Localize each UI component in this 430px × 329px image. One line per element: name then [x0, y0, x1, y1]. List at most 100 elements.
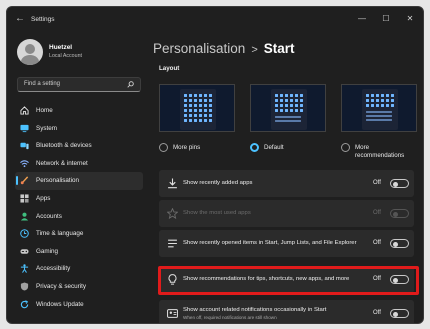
pinned-tile [204, 104, 207, 107]
radio-default[interactable] [250, 143, 259, 152]
setting-row-recently-opened-items[interactable]: Show recently opened items in Start, Jum… [159, 230, 414, 257]
pinned-tile [386, 94, 389, 97]
layout-heading: Layout [159, 65, 180, 72]
layout-option-more-recommendations[interactable]: More recommendations [341, 84, 417, 159]
pinned-tile [280, 104, 283, 107]
sidebar-item-network-internet[interactable]: Network & internet [15, 155, 143, 173]
pinned-tile [275, 94, 278, 97]
sidebar-item-accounts[interactable]: Accounts [15, 208, 143, 226]
home-icon [20, 106, 29, 115]
user-account-type: Local Account [49, 53, 82, 59]
monitor-icon [20, 124, 29, 132]
sidebar-item-windows-update[interactable]: Windows Update [15, 296, 143, 314]
toggle-switch[interactable] [390, 239, 409, 248]
sidebar-item-privacy-security[interactable]: Privacy & security [15, 278, 143, 296]
title-bar: ← Settings — ☐ ✕ [7, 7, 423, 33]
search-input[interactable]: Find a setting [17, 77, 141, 92]
pinned-tile [290, 94, 293, 97]
close-button[interactable]: ✕ [399, 12, 421, 26]
pinned-tile [204, 114, 207, 117]
sidebar-item-personalisation[interactable]: Personalisation [15, 172, 143, 190]
layout-options: More pins Default More recommendations [159, 84, 419, 174]
recommendation-line [366, 111, 392, 113]
pinned-tile [194, 104, 197, 107]
sidebar-item-time-language[interactable]: Time & language [15, 225, 143, 243]
pinned-tile [199, 104, 202, 107]
pinned-tile [371, 104, 374, 107]
page-title: Start [263, 41, 295, 56]
avatar[interactable] [17, 39, 43, 65]
layout-option-more-pins[interactable]: More pins [159, 84, 235, 152]
pinned-tile [366, 99, 369, 102]
setting-sublabel: When off, required notifications are sti… [183, 315, 277, 320]
layout-option-default[interactable]: Default [250, 84, 326, 152]
pinned-tile [189, 104, 192, 107]
sidebar-item-apps[interactable]: Apps [15, 190, 143, 208]
brush-icon [20, 176, 29, 185]
sidebar-item-label: Gaming [36, 247, 59, 255]
toggle-switch[interactable] [390, 309, 409, 318]
sidebar-item-label: Privacy & security [36, 282, 87, 290]
breadcrumb: Personalisation > Start [153, 41, 295, 56]
pinned-tile [189, 114, 192, 117]
layout-preview-default[interactable] [250, 84, 326, 132]
sidebar-item-label: Accounts [36, 212, 62, 220]
setting-row-recently-added-apps[interactable]: Show recently added apps Off [159, 170, 414, 197]
sidebar-item-bluetooth-devices[interactable]: Bluetooth & devices [15, 137, 143, 155]
search-icon[interactable] [127, 81, 134, 90]
setting-row-account-notifications[interactable]: Show account related notifications occas… [159, 300, 414, 323]
pinned-tile [194, 109, 197, 112]
sidebar-item-label: System [36, 124, 57, 132]
pinned-tile [275, 109, 278, 112]
apps-icon [20, 194, 29, 203]
pinned-tile [290, 99, 293, 102]
pinned-tile [209, 119, 212, 122]
radio-more-pins[interactable] [159, 143, 168, 152]
back-button[interactable]: ← [15, 13, 25, 24]
recommendation-line [366, 119, 392, 121]
pinned-tile [184, 119, 187, 122]
pinned-tile [300, 104, 303, 107]
sidebar-item-label: Windows Update [36, 300, 84, 308]
start-menu-preview [362, 89, 398, 130]
pinned-tile [290, 104, 293, 107]
recommendation-line [366, 115, 392, 117]
pinned-tile [199, 99, 202, 102]
pinned-tile [391, 99, 394, 102]
pinned-tile [275, 99, 278, 102]
pinned-tile [189, 99, 192, 102]
pinned-tile [194, 114, 197, 117]
pinned-tile [285, 99, 288, 102]
pinned-tile [189, 94, 192, 97]
pinned-tile [381, 94, 384, 97]
layout-preview-more-recommendations[interactable] [341, 84, 417, 132]
pinned-tile [184, 109, 187, 112]
pinned-tile [189, 109, 192, 112]
maximize-button[interactable]: ☐ [375, 12, 397, 26]
breadcrumb-parent[interactable]: Personalisation [153, 41, 245, 56]
pinned-tile [204, 99, 207, 102]
sidebar-item-label: Network & internet [36, 159, 88, 167]
pinned-tile [381, 104, 384, 107]
sidebar-nav: Home System Bluetooth & devices Network … [15, 102, 143, 313]
sidebar: Huetzel Local Account Find a setting Hom… [7, 33, 147, 323]
toggle-switch[interactable] [390, 179, 409, 188]
recommendation-line [275, 120, 301, 122]
radio-more-recommendations[interactable] [341, 143, 350, 152]
bluetooth-icon [20, 142, 29, 150]
update-icon [20, 299, 29, 308]
minimize-button[interactable]: — [351, 12, 373, 26]
layout-preview-more-pins[interactable] [159, 84, 235, 132]
pinned-tile [371, 99, 374, 102]
pinned-tile [275, 104, 278, 107]
pinned-tile [366, 104, 369, 107]
sidebar-item-label: Time & language [36, 230, 84, 238]
setting-label: Show recently added apps [183, 180, 253, 186]
sidebar-item-gaming[interactable]: Gaming [15, 243, 143, 261]
sidebar-item-home[interactable]: Home [15, 102, 143, 120]
sidebar-item-label: Personalisation [36, 177, 80, 185]
sidebar-item-system[interactable]: System [15, 120, 143, 138]
pinned-tile [189, 119, 192, 122]
sidebar-item-accessibility[interactable]: Accessibility [15, 260, 143, 278]
toggle-state: Off [373, 180, 381, 186]
